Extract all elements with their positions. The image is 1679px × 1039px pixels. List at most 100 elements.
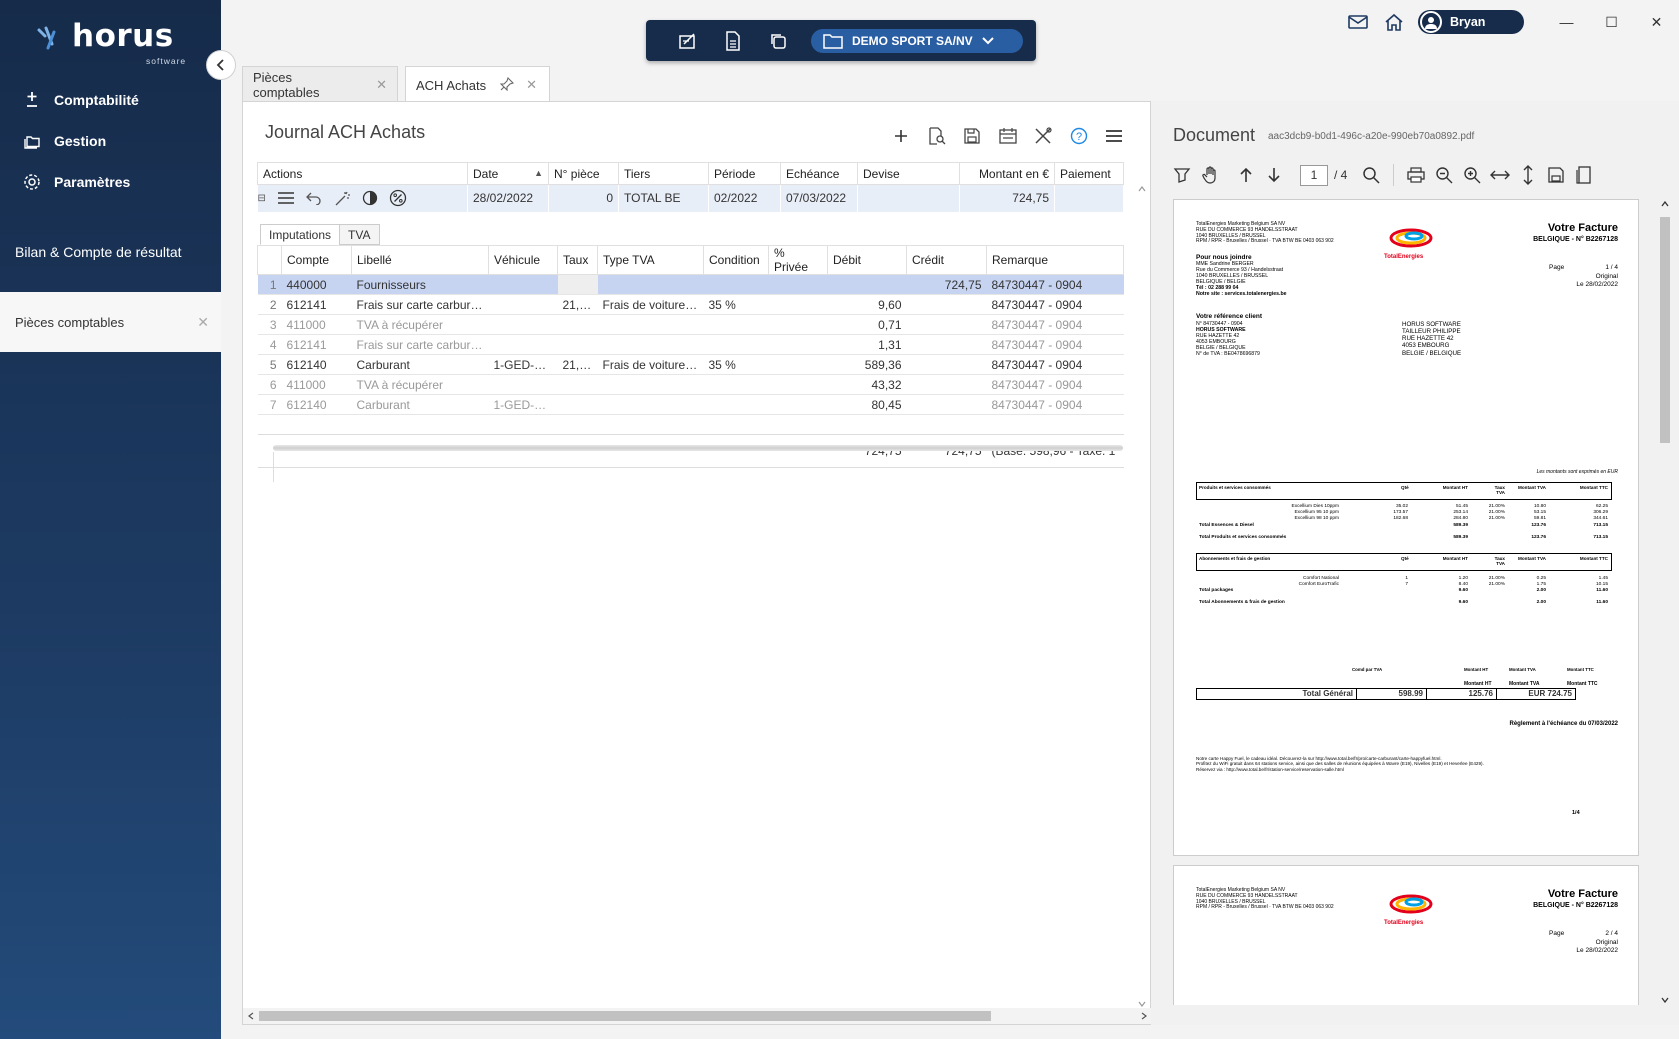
user-menu[interactable]: Bryan	[1418, 10, 1524, 34]
cell-type-tva[interactable]: Frais de voiture / ...	[597, 294, 704, 315]
cell-privee[interactable]	[768, 314, 828, 335]
col-debit[interactable]: Débit	[827, 245, 907, 275]
copy-icon[interactable]	[766, 29, 790, 53]
cell-privee[interactable]	[768, 294, 828, 315]
cell-compte[interactable]: 411000	[281, 314, 352, 335]
close-icon[interactable]: ✕	[197, 314, 209, 331]
tab-imputations[interactable]: Imputations	[260, 224, 341, 245]
col-piece[interactable]: N° pièce	[548, 162, 619, 185]
cell-compte[interactable]: 612140	[281, 354, 352, 375]
search-icon[interactable]	[1357, 163, 1385, 187]
percent-icon[interactable]	[389, 189, 407, 207]
cell-debit[interactable]: 9,60	[827, 294, 907, 315]
home-icon[interactable]	[1376, 10, 1412, 34]
cell-taux[interactable]: 21,00	[557, 294, 598, 315]
empty-row[interactable]	[257, 414, 1124, 435]
cell-privee[interactable]	[768, 374, 828, 395]
cell-vehicule[interactable]	[488, 274, 558, 295]
cell-debit[interactable]: 1,31	[827, 334, 907, 355]
cell-echeance[interactable]: 07/03/2022	[780, 184, 858, 212]
cell-remarque[interactable]: 84730447 - 0904	[986, 374, 1124, 395]
cell-remarque[interactable]: 84730447 - 0904	[986, 314, 1124, 335]
zoom-in-icon[interactable]	[1458, 163, 1486, 187]
col-compte[interactable]: Compte	[281, 245, 352, 275]
col-echeance[interactable]: Echéance	[780, 162, 858, 185]
mail-icon[interactable]	[1340, 10, 1376, 34]
select-tool-icon[interactable]	[1168, 163, 1196, 187]
col-montant[interactable]: Montant en €	[959, 162, 1055, 185]
cell-vehicule[interactable]: 1-GED-256	[488, 354, 558, 375]
maximize-button[interactable]: ☐	[1589, 10, 1634, 34]
cell-type-tva[interactable]	[597, 334, 704, 355]
cell-libelle[interactable]: Carburant	[351, 354, 489, 375]
col-libelle[interactable]: Libellé	[351, 245, 489, 275]
cell-condition[interactable]	[703, 374, 769, 395]
scroll-thumb[interactable]	[1660, 217, 1670, 443]
table-row[interactable]: 1 440000 Fournisseurs 724,75 84730447 - 0904	[257, 274, 1124, 295]
cell-vehicule[interactable]	[488, 374, 558, 395]
cell-credit[interactable]	[906, 294, 987, 315]
add-icon[interactable]	[884, 124, 920, 148]
horus-logo[interactable]: horus software	[36, 18, 186, 66]
cell-credit[interactable]	[906, 394, 987, 415]
save-icon[interactable]	[1542, 163, 1570, 187]
cell-privee[interactable]	[768, 354, 828, 375]
undo-icon[interactable]	[305, 191, 322, 206]
fit-height-icon[interactable]	[1514, 163, 1542, 187]
cell-remarque[interactable]: 84730447 - 0904	[986, 294, 1124, 315]
cell-vehicule[interactable]	[488, 294, 558, 315]
menu-icon[interactable]	[1097, 124, 1133, 148]
cell-devise[interactable]	[857, 184, 960, 212]
vertical-scrollbar[interactable]	[1134, 184, 1150, 1009]
tab-tva[interactable]: TVA	[339, 224, 380, 245]
cell-type-tva[interactable]	[597, 314, 704, 335]
cell-condition[interactable]: 35 %	[703, 354, 769, 375]
cell-montant[interactable]: 724,75	[959, 184, 1055, 212]
cell-credit[interactable]	[906, 374, 987, 395]
table-row[interactable]: 5 612140 Carburant 1-GED-256 21,00 Frais de v…	[257, 354, 1124, 375]
cell-remarque[interactable]: 84730447 - 0904	[986, 274, 1124, 295]
palette-icon[interactable]	[362, 190, 378, 206]
menu-icon[interactable]	[277, 191, 295, 205]
col-vehicule[interactable]: Véhicule	[488, 245, 558, 275]
cell-compte[interactable]: 612141	[281, 294, 352, 315]
cell-credit[interactable]	[906, 334, 987, 355]
scroll-thumb[interactable]	[259, 1011, 991, 1021]
cell-taux[interactable]	[557, 274, 598, 295]
cell-libelle[interactable]: Fournisseurs	[351, 274, 489, 295]
calendar-icon[interactable]	[990, 124, 1026, 148]
cell-remarque[interactable]: 84730447 - 0904	[986, 334, 1124, 355]
cell-debit[interactable]: 43,32	[827, 374, 907, 395]
nav-gestion[interactable]: Gestion	[0, 123, 221, 159]
tools-icon[interactable]	[1026, 124, 1062, 148]
cell-condition[interactable]	[703, 274, 769, 295]
nav-parametres[interactable]: Paramètres	[0, 164, 221, 200]
splitter-handle[interactable]	[273, 445, 1123, 451]
cell-condition[interactable]	[703, 314, 769, 335]
cell-debit[interactable]: 80,45	[827, 394, 907, 415]
cell-credit[interactable]	[906, 314, 987, 335]
cell-remarque[interactable]: 84730447 - 0904	[986, 354, 1124, 375]
cell-libelle[interactable]: Carburant	[351, 394, 489, 415]
col-paiement[interactable]: Paiement	[1054, 162, 1124, 185]
cell-vehicule[interactable]	[488, 314, 558, 335]
close-window-button[interactable]: ✕	[1634, 10, 1679, 34]
cell-privee[interactable]	[768, 274, 828, 295]
print-icon[interactable]	[1402, 163, 1430, 187]
cell-libelle[interactable]: TVA à récupérer	[351, 374, 489, 395]
hand-tool-icon[interactable]	[1196, 163, 1224, 187]
cell-taux[interactable]	[557, 374, 598, 395]
cell-debit[interactable]: 0,71	[827, 314, 907, 335]
close-icon[interactable]: ✕	[526, 77, 537, 93]
cell-piece[interactable]: 0	[548, 184, 619, 212]
col-periode[interactable]: Période	[708, 162, 781, 185]
cell-compte[interactable]: 612141	[281, 334, 352, 355]
col-privee[interactable]: % Privée	[768, 245, 828, 275]
cell-compte[interactable]: 411000	[281, 374, 352, 395]
col-devise[interactable]: Devise	[857, 162, 960, 185]
col-taux[interactable]: Taux	[557, 245, 598, 275]
cell-compte[interactable]: 612140	[281, 394, 352, 415]
prev-page-icon[interactable]	[1232, 163, 1260, 187]
document-icon[interactable]	[721, 29, 745, 53]
tab-ach-achats[interactable]: ACH Achats ✕	[405, 66, 550, 103]
